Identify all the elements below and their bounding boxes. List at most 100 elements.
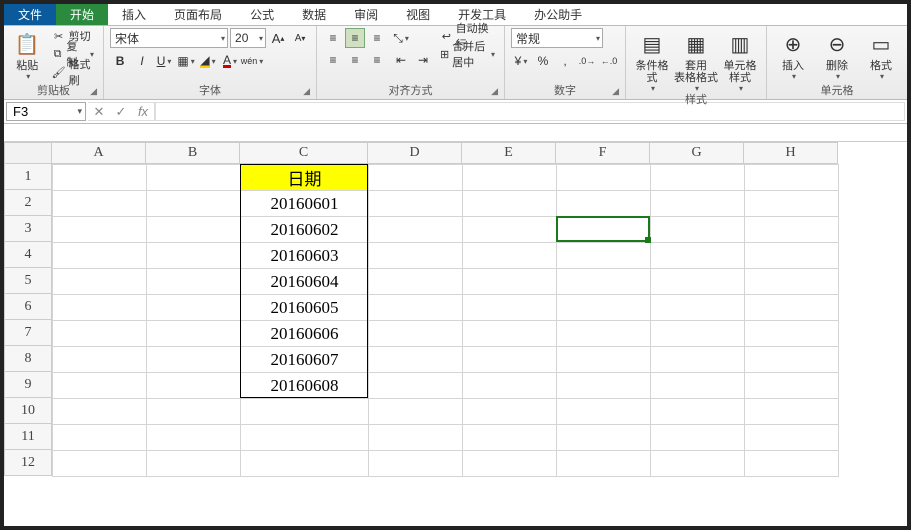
cell[interactable] [463,191,557,217]
tab-办公助手[interactable]: 办公助手 [520,4,596,25]
cell[interactable] [147,321,241,347]
comma-button[interactable]: , [555,51,575,71]
cell[interactable] [147,217,241,243]
cell[interactable] [651,399,745,425]
phonetic-button[interactable]: wén [242,51,262,71]
format-painter-button[interactable]: 🖌格式刷 [49,64,97,80]
cell[interactable] [557,295,651,321]
border-button[interactable]: ▦ [176,51,196,71]
cell[interactable] [745,425,839,451]
font-color-button[interactable]: A [220,51,240,71]
cell[interactable] [557,347,651,373]
increase-indent-button[interactable]: ⇥ [413,50,433,70]
cell[interactable] [369,217,463,243]
row-header[interactable]: 3 [4,216,52,242]
cell[interactable]: 20160602 [241,217,369,243]
paste-button[interactable]: 📋 粘贴 [10,28,45,81]
fill-color-button[interactable]: ◢ [198,51,218,71]
cell[interactable] [557,243,651,269]
decrease-font-button[interactable]: A▾ [290,28,310,48]
cell[interactable] [745,217,839,243]
cell[interactable] [369,191,463,217]
cell[interactable] [557,217,651,243]
cell[interactable] [369,269,463,295]
cell[interactable] [53,217,147,243]
increase-decimal-button[interactable]: .0→ [577,51,597,71]
cell[interactable]: 20160604 [241,269,369,295]
cell[interactable] [53,373,147,399]
decrease-decimal-button[interactable]: ←.0 [599,51,619,71]
row-header[interactable]: 6 [4,294,52,320]
orientation-button[interactable]: ⤡ [391,28,411,48]
column-header[interactable]: G [650,142,744,164]
cell[interactable] [147,425,241,451]
tab-插入[interactable]: 插入 [108,4,160,25]
align-left-button[interactable]: ≡ [323,50,343,70]
cell[interactable] [745,399,839,425]
font-size-combo[interactable]: 20 [230,28,266,48]
cancel-formula-button[interactable]: ✕ [88,104,110,120]
cell[interactable]: 20160606 [241,321,369,347]
cell[interactable] [557,399,651,425]
cell[interactable] [651,295,745,321]
column-header[interactable]: D [368,142,462,164]
cell[interactable] [147,373,241,399]
cell[interactable] [463,451,557,477]
cell[interactable] [651,243,745,269]
cell[interactable] [53,425,147,451]
cell[interactable] [557,321,651,347]
column-header[interactable]: F [556,142,650,164]
align-center-button[interactable]: ≡ [345,50,365,70]
cell[interactable] [53,321,147,347]
insert-cells-button[interactable]: ⊕插入 [773,28,813,81]
cell[interactable] [651,373,745,399]
percent-button[interactable]: % [533,51,553,71]
name-box[interactable]: F3 [6,102,86,121]
row-header[interactable]: 9 [4,372,52,398]
cell[interactable] [651,321,745,347]
decrease-indent-button[interactable]: ⇤ [391,50,411,70]
font-name-combo[interactable]: 宋体 [110,28,228,48]
cell[interactable] [369,321,463,347]
number-format-combo[interactable]: 常规 [511,28,603,48]
column-header[interactable]: C [240,142,368,164]
merge-center-button[interactable]: ⊞合并后居中 [437,46,498,62]
cell[interactable] [651,451,745,477]
cell[interactable] [745,321,839,347]
row-header[interactable]: 5 [4,268,52,294]
cell[interactable] [651,217,745,243]
cell[interactable] [651,425,745,451]
cell[interactable] [745,451,839,477]
align-middle-button[interactable]: ≡ [345,28,365,48]
launcher-icon[interactable]: ◢ [90,84,97,98]
cell[interactable] [369,295,463,321]
launcher-icon[interactable]: ◢ [303,84,310,98]
increase-font-button[interactable]: A▴ [268,28,288,48]
delete-cells-button[interactable]: ⊖删除 [817,28,857,81]
tab-页面布局[interactable]: 页面布局 [160,4,236,25]
launcher-icon[interactable]: ◢ [612,84,619,98]
cell[interactable] [369,425,463,451]
tab-数据[interactable]: 数据 [288,4,340,25]
row-header[interactable]: 4 [4,242,52,268]
cell[interactable]: 20160608 [241,373,369,399]
cell[interactable] [651,165,745,191]
cell[interactable] [241,451,369,477]
cell[interactable] [241,399,369,425]
cell[interactable] [53,295,147,321]
italic-button[interactable]: I [132,51,152,71]
cell[interactable] [369,165,463,191]
cell[interactable] [463,399,557,425]
tab-file[interactable]: 文件 [4,4,56,25]
cell[interactable] [463,347,557,373]
cell[interactable] [463,321,557,347]
cell[interactable] [369,451,463,477]
cell[interactable] [557,269,651,295]
conditional-format-button[interactable]: ▤条件格式 [632,28,672,93]
align-bottom-button[interactable]: ≡ [367,28,387,48]
cell[interactable] [147,269,241,295]
select-all-corner[interactable] [4,142,52,164]
cell[interactable] [557,165,651,191]
row-header[interactable]: 11 [4,424,52,450]
accounting-format-button[interactable]: ¥ [511,51,531,71]
